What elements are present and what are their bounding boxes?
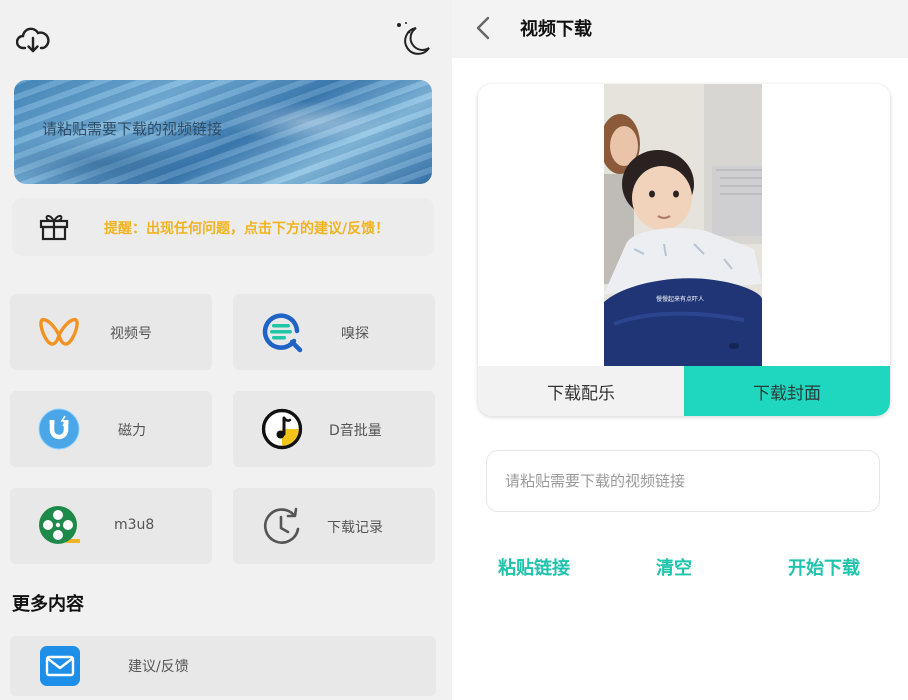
tile-m3u8[interactable]: m3u8 [10,488,212,564]
home-panel: 提醒：出现任何问题，点击下方的建议/反馈！ 视频号 嗅探 [0,0,452,700]
banner-link-input[interactable] [42,120,402,138]
tile-douyin-batch[interactable]: D音批量 [233,391,435,467]
video-url-input[interactable] [486,450,880,512]
cloud-download-icon[interactable] [15,26,50,56]
music-note-icon [261,408,303,450]
clear-button[interactable]: 清空 [656,554,692,580]
film-reel-icon [38,505,80,547]
gift-icon [38,210,70,242]
feedback-item[interactable]: 建议/反馈 [10,636,436,696]
tile-sniff[interactable]: 嗅探 [233,294,435,370]
mail-icon [40,646,80,686]
tile-download-history[interactable]: 下载记录 [233,488,435,564]
page-title: 视频下载 [520,19,592,40]
download-music-button[interactable]: 下载配乐 [478,366,684,416]
tile-label: D音批量 [329,423,382,439]
history-clock-icon [261,505,303,547]
section-title: 更多内容 [12,594,84,615]
tip-text: 提醒：出现任何问题，点击下方的建议/反馈！ [104,221,390,237]
video-thumbnail: 慢慢起来有点吓人 [604,84,762,366]
top-bar: 视频下载 [452,0,908,58]
tile-label: 嗅探 [341,326,369,342]
tile-label: 磁力 [118,423,146,439]
media-preview-card: 慢慢起来有点吓人 下载配乐 下载封面 [478,84,890,416]
download-panel: 视频下载 慢慢起来有点吓人 下载配乐 下载封面 请粘贴需要下载的视频链接 粘贴链… [452,0,908,700]
tile-label: 视频号 [110,326,152,342]
butterfly-icon [38,311,80,353]
moon-icon[interactable] [392,18,434,60]
back-arrow-icon[interactable] [472,14,494,42]
start-download-button[interactable]: 开始下载 [788,554,860,580]
tile-label: 下载记录 [327,520,383,536]
tip-card: 提醒：出现任何问题，点击下方的建议/反馈！ [12,198,434,256]
tile-label: m3u8 [114,517,155,533]
sniff-search-icon [261,311,303,353]
link-input-banner[interactable] [14,80,432,184]
feedback-label: 建议/反馈 [128,659,189,675]
tile-magnet[interactable]: 磁力 [10,391,212,467]
video-caption: 慢慢起来有点吓人 [656,296,705,303]
tile-video-account[interactable]: 视频号 [10,294,212,370]
magnet-icon [38,408,80,450]
paste-link-button[interactable]: 粘贴链接 [498,554,570,580]
download-cover-button[interactable]: 下载封面 [684,366,890,416]
